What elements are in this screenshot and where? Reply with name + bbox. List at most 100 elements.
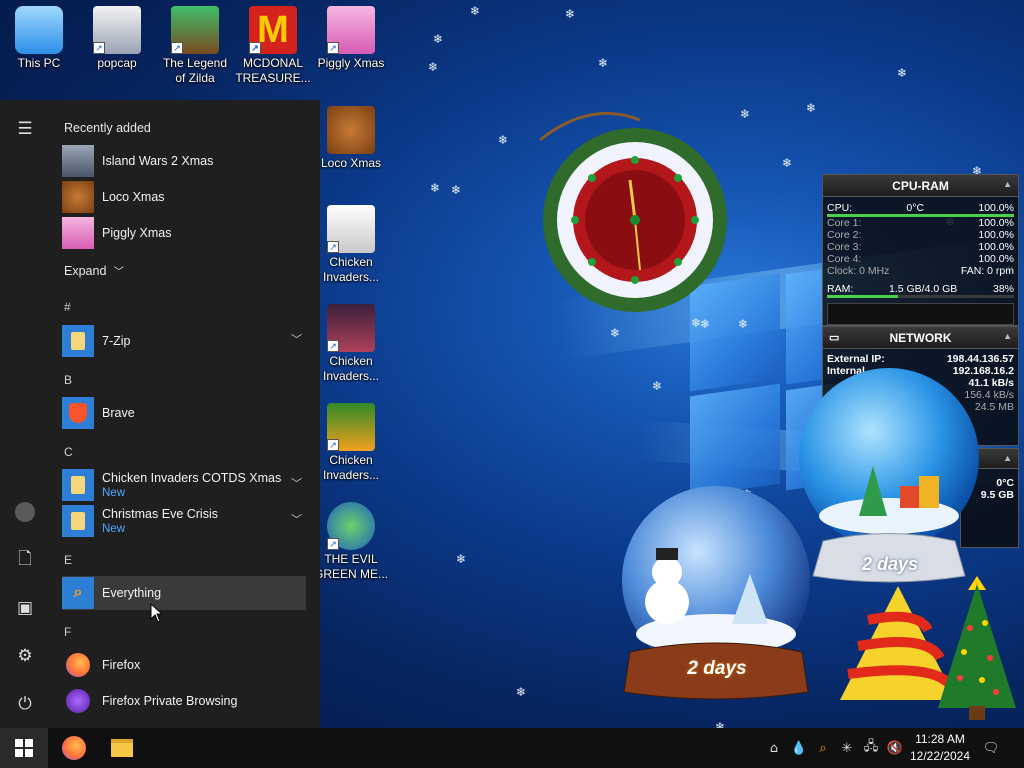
app-label: 7-Zip xyxy=(102,334,131,348)
desktop-icon-label: Chicken Invaders... xyxy=(322,255,380,284)
evil-green-icon: ↗ xyxy=(327,502,375,550)
ram-graph xyxy=(827,303,1014,325)
snowflake-icon: ❄ xyxy=(565,7,576,21)
chevron-down-icon[interactable]: ﹀ xyxy=(291,511,302,527)
user-account-icon[interactable] xyxy=(10,497,40,527)
snowflake-icon: ❄ xyxy=(456,552,467,566)
loco-bear-icon xyxy=(327,106,375,154)
tray-volume-muted-icon[interactable]: 🔇 xyxy=(886,739,904,757)
taskbar-clock[interactable]: 11:28 AM 12/22/2024 xyxy=(904,731,976,765)
taskbar-file-explorer[interactable] xyxy=(98,728,146,768)
settings-gear-icon[interactable]: ⚙ xyxy=(10,641,40,671)
desktop-icon-mcdonal[interactable]: M ↗ MCDONAL TREASURE... xyxy=(235,6,311,86)
collapse-icon[interactable]: ▲ xyxy=(1003,453,1012,463)
expand-button[interactable]: Expand ﹀ xyxy=(64,263,124,278)
start-app-christmas-eve-crisis[interactable]: Christmas Eve Crisis New ﹀ xyxy=(62,504,306,538)
start-menu-rail: ☰ 🗋 ▣ ⚙ ⏻ xyxy=(0,100,50,728)
core-row: Core 3: 100.0% xyxy=(823,241,1018,253)
cpu-row: CPU: 0°C 100.0% xyxy=(823,202,1018,214)
app-label: Piggly Xmas xyxy=(102,226,172,240)
start-app-7zip[interactable]: 7-Zip ﹀ xyxy=(62,324,306,358)
app-label: Island Wars 2 Xmas xyxy=(102,154,214,168)
mcdonald-icon: M ↗ xyxy=(249,6,297,54)
tray-snowflake-icon[interactable]: ✳ xyxy=(838,739,856,757)
collapse-icon[interactable]: ▲ xyxy=(1003,331,1012,341)
section-letter[interactable]: E xyxy=(64,553,72,567)
pictures-icon[interactable]: ▣ xyxy=(10,593,40,623)
new-badge: New xyxy=(102,487,126,499)
taskbar-firefox[interactable] xyxy=(50,728,98,768)
start-app-firefox[interactable]: Firefox xyxy=(62,648,306,682)
tray-drop-icon[interactable]: 💧 xyxy=(790,739,808,757)
start-app-brave[interactable]: Brave xyxy=(62,396,306,430)
chevron-down-icon[interactable]: ﹀ xyxy=(291,475,302,491)
desktop-icon-label: THE EVIL GREEN ME... xyxy=(313,552,388,581)
start-app-everything[interactable]: ⌕ Everything xyxy=(62,576,306,610)
start-app-island-wars[interactable]: Island Wars 2 Xmas xyxy=(62,144,306,178)
tray-network-meter-icon[interactable]: ⌂ xyxy=(765,739,783,757)
section-letter[interactable]: F xyxy=(64,625,71,639)
snowflake-icon: ❄ xyxy=(451,183,462,197)
documents-icon[interactable]: 🗋 xyxy=(10,545,40,575)
desktop-icon-chicken-2[interactable]: ↗ Chicken Invaders... xyxy=(313,304,389,384)
start-app-loco-xmas[interactable]: Loco Xmas xyxy=(62,180,306,214)
snowflake-icon: ❄ xyxy=(498,133,509,147)
cpu-ram-title-bar: CPU-RAM ▲ xyxy=(823,175,1018,197)
desktop-icon-chicken-1[interactable]: ↗ Chicken Invaders... xyxy=(313,205,389,285)
cpu-meter xyxy=(827,214,1014,217)
desktop-icon-label: popcap xyxy=(97,56,137,70)
ram-row: RAM: 1.5 GB/4.0 GB 38% xyxy=(823,283,1018,295)
desktop-icon-chicken-3[interactable]: ↗ Chicken Invaders... xyxy=(313,403,389,483)
ram-percent: 38% xyxy=(992,283,1014,295)
chevron-down-icon: ﹀ xyxy=(113,267,124,278)
snowflake-icon: ❄ xyxy=(652,379,663,393)
cpu-temp: 0°C xyxy=(906,202,925,214)
start-app-chicken-invaders-cotds[interactable]: Chicken Invaders COTDS Xmas New ﹀ xyxy=(62,468,306,502)
clock-date: 12/22/2024 xyxy=(909,749,971,763)
app-label: Chicken Invaders COTDS Xmas xyxy=(102,471,282,485)
section-letter[interactable]: B xyxy=(64,373,72,387)
tray-network-icon[interactable]: 🖧 xyxy=(862,739,880,757)
snowflake-icon: ❄ xyxy=(598,56,609,70)
snowflake-icon: ❄ xyxy=(430,181,441,195)
desktop-icon-zilda[interactable]: ↗ The Legend of Zilda xyxy=(157,6,233,86)
brave-icon xyxy=(62,397,94,429)
christmas-tree-gadget[interactable] xyxy=(930,568,1024,728)
start-app-firefox-private[interactable]: Firefox Private Browsing xyxy=(62,684,306,718)
clock-time: 11:28 AM xyxy=(915,732,965,746)
cpu-label: CPU: xyxy=(827,202,853,214)
desktop-icon-label: Chicken Invaders... xyxy=(322,354,380,383)
desktop-icon-popcap[interactable]: ↗ popcap xyxy=(79,6,155,71)
snowflake-icon: ❄ xyxy=(782,156,793,170)
snowglobe-gadget-tree[interactable]: 2 days xyxy=(795,366,985,586)
desktop-icon-this-pc[interactable]: This PC xyxy=(1,6,77,71)
section-letter[interactable]: # xyxy=(64,300,71,314)
collapse-icon[interactable]: ▲ xyxy=(1003,179,1012,189)
snowglobe-gadget-snowman[interactable]: 2 days xyxy=(612,484,822,704)
snowflake-icon: ❄ xyxy=(897,66,908,80)
network-title-bar: ▭ NETWORK ▲ xyxy=(823,327,1018,349)
island-wars-icon xyxy=(62,145,94,177)
ram-meter xyxy=(827,295,1014,298)
desktop-icon-piggly[interactable]: ↗ Piggly Xmas xyxy=(313,6,389,71)
hamburger-menu-icon[interactable]: ☰ xyxy=(10,114,40,144)
start-button[interactable] xyxy=(0,728,48,768)
christmas-clock-gadget[interactable] xyxy=(520,100,750,330)
desktop-icon-loco[interactable]: Loco Xmas xyxy=(313,106,389,171)
snowflake-icon: ❄ xyxy=(516,685,527,699)
section-letter[interactable]: C xyxy=(64,445,73,459)
ext-ip-value: 198.44.136.57 xyxy=(946,353,1014,365)
notification-center-icon[interactable]: 🗨 xyxy=(982,739,1000,757)
start-app-piggly-xmas[interactable]: Piggly Xmas xyxy=(62,216,306,250)
desktop-icon-evil-green[interactable]: ↗ THE EVIL GREEN ME... xyxy=(313,502,389,582)
chevron-down-icon[interactable]: ﹀ xyxy=(291,331,302,347)
tray-everything-icon[interactable]: ⌕ xyxy=(814,739,832,757)
clock-fan-row: Clock: 0 MHz FAN: 0 rpm xyxy=(823,265,1018,277)
app-label: Firefox xyxy=(102,658,141,672)
start-menu: ☰ 🗋 ▣ ⚙ ⏻ Recently added Island Wars 2 X… xyxy=(0,100,320,728)
app-label: Everything xyxy=(102,586,162,600)
windows-logo-icon xyxy=(15,739,33,757)
power-icon[interactable]: ⏻ xyxy=(10,689,40,719)
firefox-icon xyxy=(62,649,94,681)
widget-title: CPU-RAM xyxy=(892,178,949,193)
